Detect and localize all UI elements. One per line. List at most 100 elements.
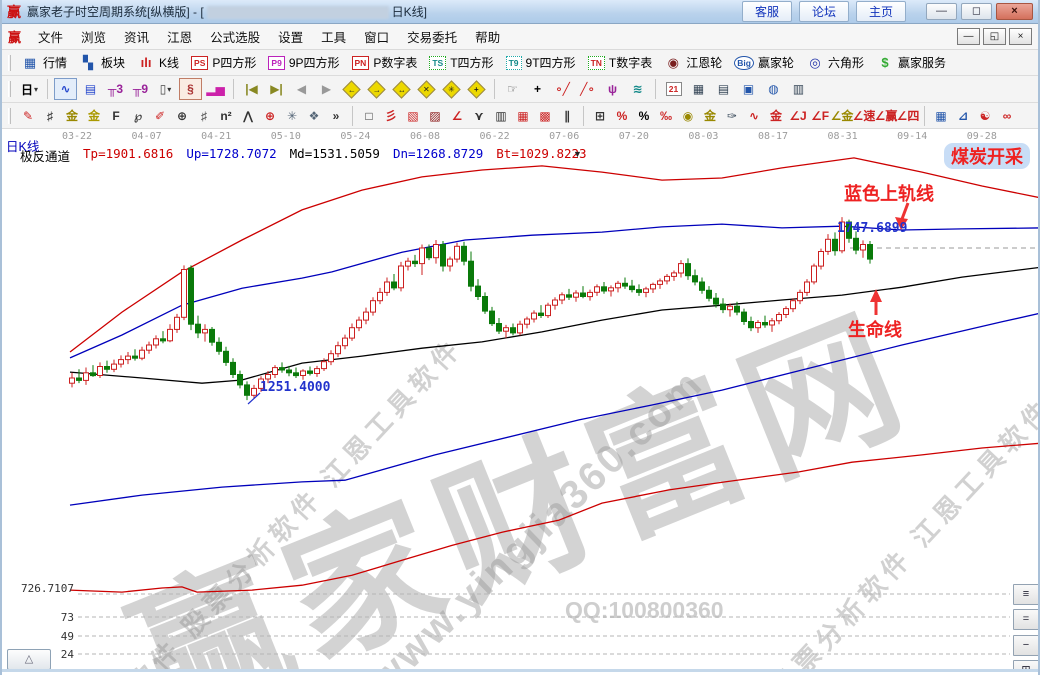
tool-hand-tool[interactable]: ☞ [501,78,524,100]
tool-prev-bar[interactable]: ◀ [290,78,313,100]
tool-gann-wheel[interactable]: ◉江恩轮 [660,52,730,73]
tool-calculator[interactable]: ▦ [687,78,710,100]
tool-9p-square[interactable]: P99P四方形 [264,52,347,73]
tool-fan-lines[interactable]: 彡 [380,105,402,127]
tool-winner-service[interactable]: $赢家服务 [872,52,954,73]
mdi-close-button[interactable]: × [1009,28,1032,45]
tool-angle-gold[interactable]: ∠金 [831,105,853,127]
tool-jump-left[interactable]: ← [340,78,363,100]
tool-grid-red[interactable]: ▦ [512,105,534,127]
mdi-restore-button[interactable]: ◱ [983,28,1006,45]
tool-pen-angle[interactable]: ✐ [149,105,171,127]
tool-expand-horizontal[interactable]: ↔ [390,78,413,100]
menu-window[interactable]: 窗口 [355,24,398,49]
tool-pen-measure[interactable]: ✑ [721,105,743,127]
minimize-button[interactable]: — [926,3,957,20]
menu-news[interactable]: 资讯 [115,24,158,49]
toolbar-grip[interactable] [8,81,11,97]
tool-print[interactable]: ▥ [787,78,810,100]
tool-wave-tool[interactable]: ≋ [626,78,649,100]
tool-crosshair-tool[interactable]: + [526,78,549,100]
tool-cycle-circle[interactable]: ⊕ [171,105,193,127]
menu-file[interactable]: 文件 [29,24,72,49]
tool-notes[interactable]: ▤ [712,78,735,100]
tool-period-day-dropdown[interactable]: 日▾ [18,78,41,100]
home-button[interactable]: 主页 [856,1,906,22]
tool-grid-highlight[interactable]: ▦ [930,105,952,127]
tool-star-center[interactable]: ✳ [440,78,463,100]
tool-segment-tool[interactable]: ╱∘ [576,78,599,100]
tool-gold-section-2[interactable]: 金 [83,105,105,127]
tool-grid-bars[interactable]: ▥ [490,105,512,127]
menu-tools[interactable]: 工具 [312,24,355,49]
tool-gold-section[interactable]: 金 [61,105,83,127]
chart-canvas[interactable] [2,129,1038,672]
tool-spiral[interactable]: ℘ [127,105,149,127]
tool-calendar-21[interactable]: 21 [662,78,685,100]
tool-9t-square[interactable]: T99T四方形 [502,52,584,73]
tool-next-bar[interactable]: ▶ [315,78,338,100]
forum-button[interactable]: 论坛 [799,1,849,22]
tool-web-export[interactable]: ◍ [762,78,785,100]
panes-one-button[interactable]: − [1013,635,1038,656]
tool-info-panel[interactable]: ▤ [79,78,102,100]
tool-bars-3[interactable]: ╥3 [104,78,127,100]
tool-mirror-a[interactable]: ⋀ [237,105,259,127]
tool-web-grid[interactable]: ❖ [303,105,325,127]
tool-save[interactable]: ▣ [737,78,760,100]
menu-gann[interactable]: 江恩 [158,24,201,49]
tool-jump-right[interactable]: → [365,78,388,100]
tool-first-bar[interactable]: |◀ [240,78,263,100]
menu-trade-entrust[interactable]: 交易委托 [398,24,466,49]
tool-compress-x[interactable]: ✕ [415,78,438,100]
tool-fan-box-filled[interactable]: ▨ [424,105,446,127]
menu-settings[interactable]: 设置 [269,24,312,49]
tool-grid-lines[interactable]: ♯ [193,105,215,127]
tool-angle-speed[interactable]: ∠速 [853,105,875,127]
tool-hexagon[interactable]: ◎六角形 [802,52,872,73]
tool-p-number-table[interactable]: PNP数字表 [348,52,426,73]
tool-angle-f[interactable]: ∠F [809,105,831,127]
support-button[interactable]: 客服 [742,1,792,22]
panes-two-button[interactable]: = [1013,609,1038,630]
tool-grid-bars-red[interactable]: ▩ [534,105,556,127]
tool-kline[interactable]: ılıK线 [133,52,187,73]
tool-fork-tool[interactable]: ψ [601,78,624,100]
tool-pct-retrace[interactable]: % [611,105,633,127]
tool-gold-circle[interactable]: ◉ [677,105,699,127]
menu-browse[interactable]: 浏览 [72,24,115,49]
menu-formula-picker[interactable]: 公式选股 [201,24,269,49]
tool-percent[interactable]: % [633,105,655,127]
chart-area[interactable]: 赢家财富网 赢家江恩软件 股票分析软件 江恩工具软件 赢家江恩软件 股票分析软件… [2,129,1038,672]
tool-angle-four[interactable]: ∠四 [897,105,919,127]
tool-trendline-tool[interactable]: ∘╱ [551,78,574,100]
tool-yinyang[interactable]: ☯ [974,105,996,127]
close-button[interactable]: × [996,3,1033,20]
tool-angle-tool[interactable]: ∠ [446,105,468,127]
tool-pct-line[interactable]: ‰ [655,105,677,127]
tool-zoom-in-x[interactable]: + [465,78,488,100]
tool-angle-j[interactable]: ∠J [787,105,809,127]
tool-winner-wheel[interactable]: Big赢家轮 [730,52,802,73]
tool-draw-pen[interactable]: ✎ [17,105,39,127]
tool-sectors[interactable]: ▚板块 [75,52,133,73]
restore-button[interactable]: ◻ [961,3,992,20]
tool-volume-histogram[interactable]: ▂▅ [204,78,227,100]
tool-gold-line[interactable]: 金 [699,105,721,127]
tool-fan-box[interactable]: ▧ [402,105,424,127]
tool-wave-a[interactable]: ∿ [743,105,765,127]
menu-help[interactable]: 帮助 [466,24,509,49]
panes-add-button[interactable]: ⊞ [1013,660,1038,672]
tool-parallel-lines[interactable]: ∥ [556,105,578,127]
tool-zigzag-tool[interactable]: ∿ [54,78,77,100]
pane-expand-button[interactable]: △ [7,649,51,670]
tool-target-cross[interactable]: ⊕ [259,105,281,127]
tool-t-square[interactable]: TST四方形 [425,52,501,73]
tool-gold-red[interactable]: 金 [765,105,787,127]
tool-quotes[interactable]: ▦行情 [17,52,75,73]
tool-pattern-tool[interactable]: § [179,78,202,100]
tool-fibonacci-grid[interactable]: F [105,105,127,127]
tool-n-square[interactable]: n² [215,105,237,127]
tool-angle-win[interactable]: ∠赢 [875,105,897,127]
tool-p-square[interactable]: PSP四方形 [187,52,264,73]
